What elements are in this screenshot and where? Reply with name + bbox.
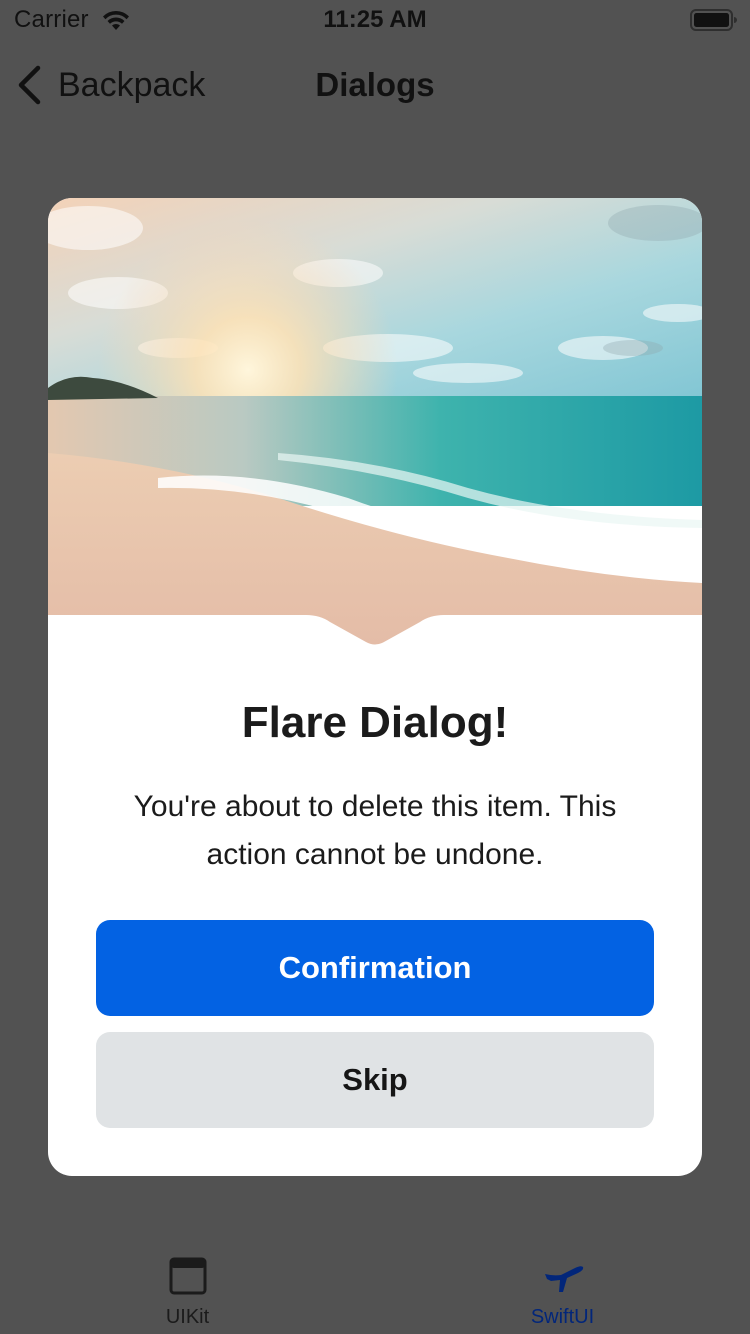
confirmation-button[interactable]: Confirmation <box>96 920 654 1016</box>
skip-button[interactable]: Skip <box>96 1032 654 1128</box>
tab-uikit[interactable]: UIKit <box>0 1230 375 1334</box>
dialog-notch <box>48 615 702 648</box>
dialog-title: Flare Dialog! <box>241 698 509 747</box>
tab-swiftui-label: SwiftUI <box>530 1306 595 1328</box>
tab-bar: UIKit SwiftUI <box>0 1230 750 1334</box>
airplane-icon <box>544 1266 583 1292</box>
status-time: 11:25 AM <box>323 6 427 33</box>
tab-uikit-label: UIKit <box>165 1306 210 1328</box>
beach-sunset-photo <box>48 198 702 646</box>
status-bar: Carrier 11:25 AM <box>0 0 750 40</box>
window-icon <box>169 1257 206 1295</box>
navigation-bar: Backpack Dialogs <box>0 40 750 128</box>
battery-icon <box>690 9 737 31</box>
page-title: Dialogs <box>315 66 435 103</box>
tab-swiftui[interactable]: SwiftUI <box>375 1230 750 1334</box>
flare-dialog: Flare Dialog! You're about to delete thi… <box>48 198 702 1176</box>
dialog-message: You're about to delete this item. This a… <box>133 790 617 871</box>
